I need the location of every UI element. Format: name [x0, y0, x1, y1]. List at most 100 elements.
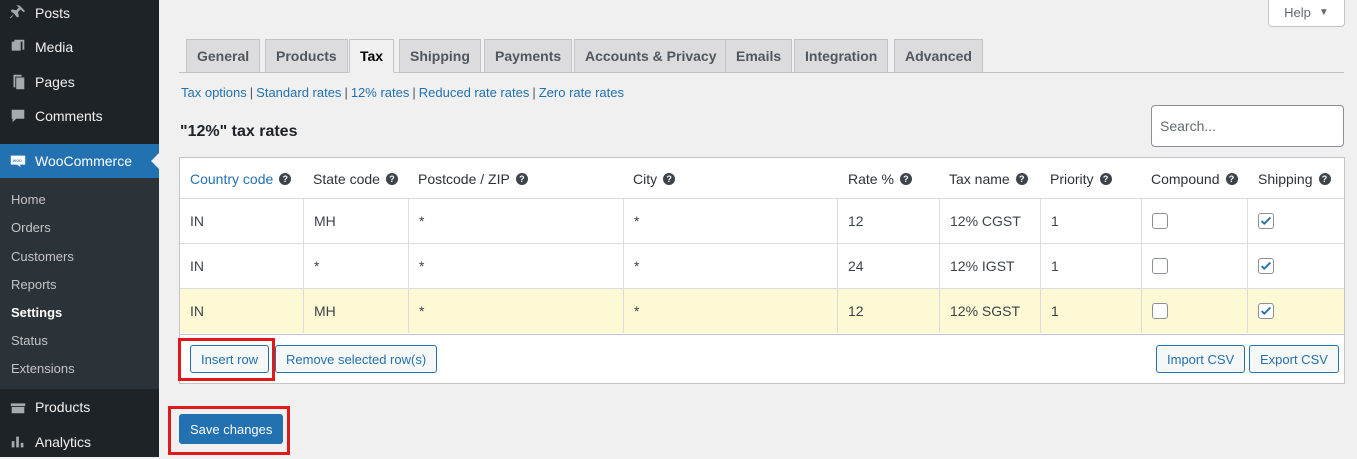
- checkmark-icon: [1260, 261, 1272, 270]
- table-row[interactable]: IN MH * * 12 12% CGST 1: [180, 198, 1344, 243]
- help-tip-icon[interactable]: ?: [1099, 172, 1112, 185]
- tab-integration[interactable]: Integration: [794, 39, 889, 73]
- help-button[interactable]: Help ▼: [1268, 0, 1345, 27]
- menu-item-products[interactable]: Products: [0, 390, 159, 424]
- shipping-checkbox[interactable]: [1258, 213, 1274, 229]
- separator: |: [412, 85, 416, 100]
- header-state-code: State code?: [303, 158, 408, 199]
- admin-sidebar: Posts Media Pages Comments woo WooCommer…: [0, 0, 159, 457]
- cell-shipping: [1247, 289, 1344, 333]
- cell-city[interactable]: *: [623, 244, 837, 288]
- cell-tax-name[interactable]: 12% SGST: [939, 289, 1040, 333]
- tab-shipping[interactable]: Shipping: [399, 39, 481, 73]
- table-row[interactable]: IN * * * 24 12% IGST 1: [180, 243, 1344, 288]
- submenu-settings[interactable]: Settings: [11, 305, 62, 320]
- link-12-rates[interactable]: 12% rates: [351, 85, 410, 100]
- link-standard-rates[interactable]: Standard rates: [256, 85, 341, 100]
- help-tip-icon[interactable]: ?: [663, 172, 676, 185]
- header-label: Shipping: [1258, 170, 1313, 187]
- tab-general[interactable]: General: [186, 39, 261, 73]
- menu-item-pages[interactable]: Pages: [0, 65, 159, 99]
- menu-item-label: Pages: [35, 74, 75, 90]
- compound-checkbox[interactable]: [1152, 213, 1168, 229]
- shipping-checkbox[interactable]: [1258, 303, 1274, 319]
- help-tip-icon[interactable]: ?: [899, 172, 912, 185]
- compound-checkbox[interactable]: [1152, 303, 1168, 319]
- link-zero-rate-rates[interactable]: Zero rate rates: [539, 85, 624, 100]
- import-csv-button[interactable]: Import CSV: [1156, 345, 1246, 373]
- page-title: "12%" tax rates: [180, 123, 298, 140]
- cell-shipping: [1247, 244, 1344, 288]
- help-tip-icon[interactable]: ?: [1225, 172, 1238, 185]
- tab-tax[interactable]: Tax: [349, 39, 395, 73]
- menu-item-comments[interactable]: Comments: [0, 99, 159, 133]
- help-tip-icon[interactable]: ?: [385, 172, 398, 185]
- tab-emails[interactable]: Emails: [725, 39, 793, 73]
- search-input[interactable]: [1151, 105, 1344, 147]
- tab-payments[interactable]: Payments: [484, 39, 573, 73]
- cell-rate[interactable]: 12: [837, 199, 939, 243]
- submenu-extensions[interactable]: Extensions: [11, 361, 75, 376]
- comments-icon: [8, 106, 28, 126]
- menu-item-label: WooCommerce: [35, 153, 132, 169]
- link-reduced-rate-rates[interactable]: Reduced rate rates: [419, 85, 530, 100]
- header-tax-name: Tax name?: [939, 158, 1040, 199]
- header-rate: Rate %?: [838, 158, 939, 199]
- header-priority: Priority?: [1040, 158, 1141, 199]
- tab-products[interactable]: Products: [265, 39, 348, 73]
- submenu-home[interactable]: Home: [11, 192, 46, 207]
- header-compound: Compound?: [1141, 158, 1247, 199]
- menu-item-label: Analytics: [35, 434, 92, 450]
- tax-subsection-links: Tax options | Standard rates | 12% rates | Red…: [181, 85, 624, 100]
- table-row[interactable]: IN MH * * 12 12% SGST 1: [180, 288, 1344, 333]
- cell-state[interactable]: MH: [303, 199, 408, 243]
- help-tip-icon[interactable]: ?: [1318, 172, 1331, 185]
- cell-tax-name[interactable]: 12% CGST: [939, 199, 1040, 243]
- header-shipping: Shipping?: [1248, 158, 1344, 199]
- current-menu-arrow: [151, 153, 159, 169]
- help-label: Help: [1284, 4, 1311, 20]
- cell-city[interactable]: *: [623, 199, 837, 243]
- pages-icon: [8, 72, 28, 92]
- header-label: Country code: [190, 170, 274, 187]
- tab-advanced[interactable]: Advanced: [894, 39, 983, 73]
- cell-rate[interactable]: 24: [837, 244, 939, 288]
- submenu-customers[interactable]: Customers: [11, 249, 74, 264]
- cell-postcode[interactable]: *: [408, 244, 623, 288]
- compound-checkbox[interactable]: [1152, 258, 1168, 274]
- cell-state[interactable]: MH: [303, 289, 408, 333]
- help-tip-icon[interactable]: ?: [1015, 172, 1028, 185]
- submenu-orders[interactable]: Orders: [11, 220, 51, 235]
- media-icon: [8, 37, 28, 57]
- cell-priority[interactable]: 1: [1040, 199, 1141, 243]
- menu-item-media[interactable]: Media: [0, 30, 159, 64]
- cell-postcode[interactable]: *: [408, 199, 623, 243]
- export-csv-button[interactable]: Export CSV: [1249, 345, 1339, 373]
- cell-priority[interactable]: 1: [1040, 244, 1141, 288]
- help-tip-icon[interactable]: ?: [515, 172, 528, 185]
- submenu-status[interactable]: Status: [11, 333, 48, 348]
- tab-accounts-privacy[interactable]: Accounts & Privacy: [574, 39, 728, 73]
- link-tax-options[interactable]: Tax options: [181, 85, 247, 100]
- menu-item-posts[interactable]: Posts: [0, 0, 159, 30]
- menu-item-label: Media: [35, 39, 74, 55]
- cell-rate[interactable]: 12: [837, 289, 939, 333]
- cell-postcode[interactable]: *: [408, 289, 623, 333]
- cell-country[interactable]: IN: [180, 244, 303, 288]
- cell-tax-name[interactable]: 12% IGST: [939, 244, 1040, 288]
- shipping-checkbox[interactable]: [1258, 258, 1274, 274]
- remove-rows-button[interactable]: Remove selected row(s): [275, 345, 438, 373]
- menu-item-woocommerce[interactable]: woo WooCommerce: [0, 144, 159, 178]
- cell-state[interactable]: *: [303, 244, 408, 288]
- cell-priority[interactable]: 1: [1040, 289, 1141, 333]
- woo-icon: woo: [8, 151, 28, 171]
- menu-item-label: Products: [35, 399, 91, 415]
- submenu-reports[interactable]: Reports: [11, 277, 57, 292]
- cell-country[interactable]: IN: [180, 289, 303, 333]
- menu-item-analytics[interactable]: Analytics: [0, 425, 159, 459]
- header-country-code[interactable]: Country code?: [180, 158, 303, 199]
- help-tip-icon[interactable]: ?: [279, 172, 292, 185]
- cell-country[interactable]: IN: [180, 199, 303, 243]
- cell-compound: [1141, 289, 1247, 333]
- cell-city[interactable]: *: [623, 289, 837, 333]
